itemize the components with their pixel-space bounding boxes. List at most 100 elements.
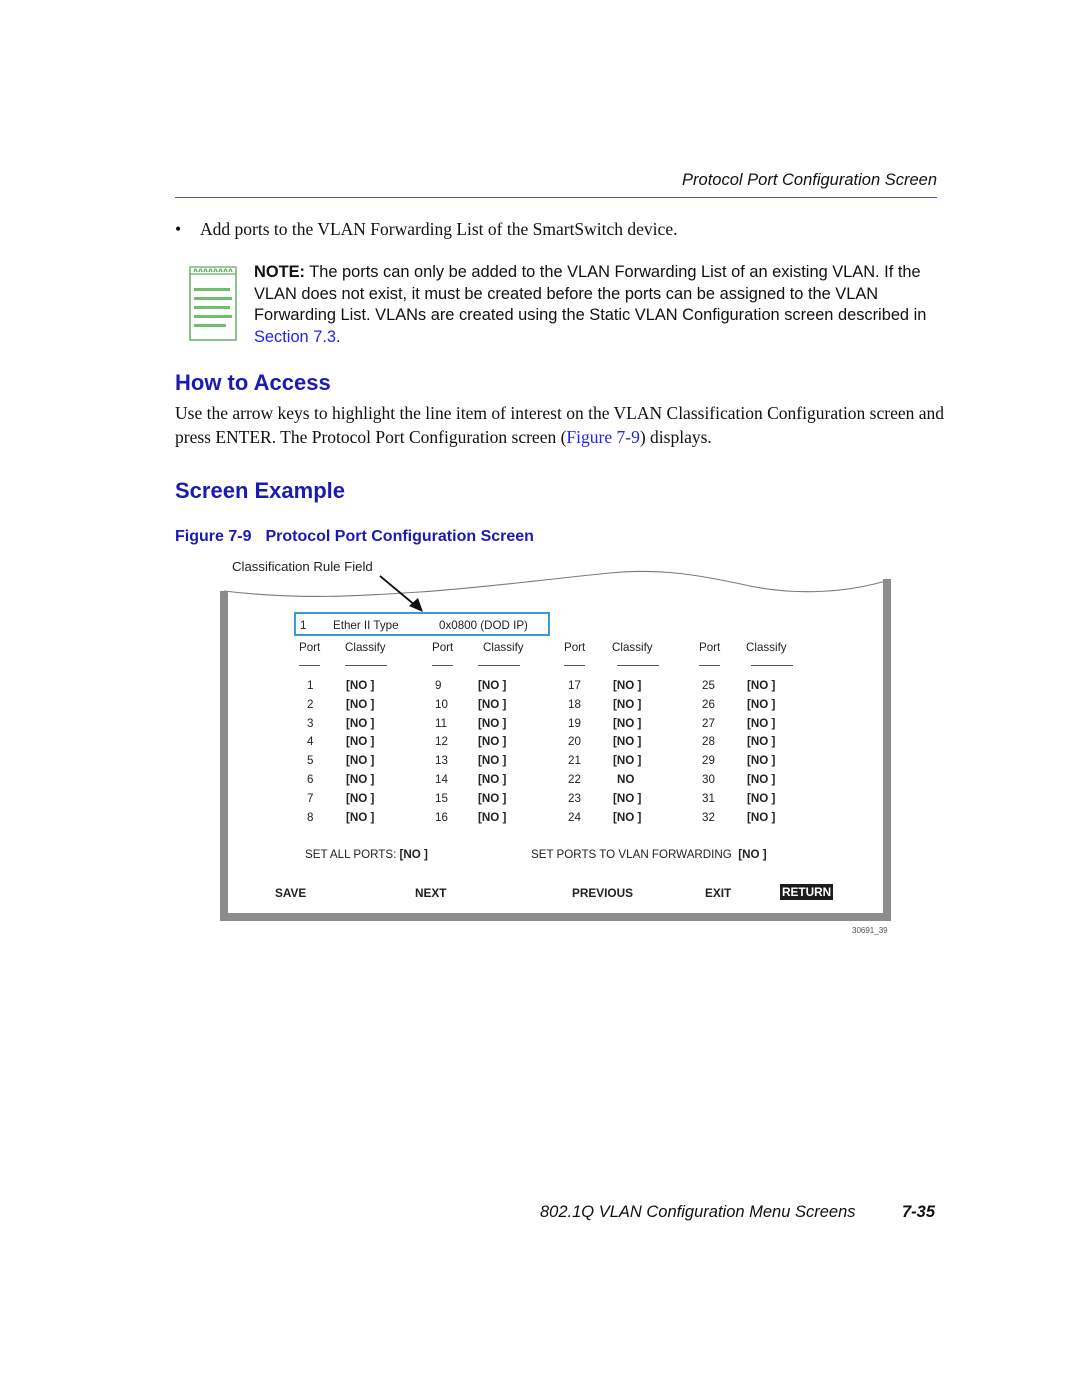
col-header-port: Port xyxy=(299,641,321,654)
port-classify-value[interactable]: [NO ] xyxy=(613,717,641,730)
port-classify-value[interactable]: [NO ] xyxy=(747,717,775,730)
port-classify-value[interactable]: [NO ] xyxy=(613,754,641,767)
port-number: 11 xyxy=(435,717,448,730)
bullet-text: Add ports to the VLAN Forwarding List of… xyxy=(200,219,678,239)
port-number: 29 xyxy=(702,754,715,767)
port-classify-value[interactable]: [NO ] xyxy=(478,717,506,730)
port-number: 16 xyxy=(435,811,448,824)
frame-bottom xyxy=(220,913,891,921)
figure-caption: Figure 7-9 Protocol Port Configuration Sc… xyxy=(175,528,534,546)
classification-rule-field[interactable]: 1 Ether II Type 0x0800 (DOD IP) xyxy=(294,612,550,636)
set-all-ports-value[interactable]: [NO ] xyxy=(400,848,428,861)
callout-label: Classification Rule Field xyxy=(232,559,373,574)
notepad-icon xyxy=(189,266,237,341)
port-classify-value[interactable]: [NO ] xyxy=(747,811,775,824)
frame-right xyxy=(883,579,891,921)
port-classify-value[interactable]: [NO ] xyxy=(613,792,641,805)
port-classify-value[interactable]: [NO ] xyxy=(346,717,374,730)
port-classify-value[interactable]: [NO ] xyxy=(346,735,374,748)
figure-id: 30691_39 xyxy=(852,926,888,935)
port-classify-value[interactable]: [NO ] xyxy=(478,679,506,692)
header-underline xyxy=(432,665,453,666)
next-button[interactable]: NEXT xyxy=(415,886,446,900)
header-underline xyxy=(345,665,387,666)
return-button[interactable]: RETURN xyxy=(780,884,834,900)
port-classify-value[interactable]: [NO ] xyxy=(613,698,641,711)
exit-button[interactable]: EXIT xyxy=(705,886,731,900)
port-number: 8 xyxy=(307,811,314,824)
note-end: . xyxy=(336,328,341,347)
port-classify-value[interactable]: [NO ] xyxy=(747,679,775,692)
callout-arrow-line xyxy=(379,575,417,607)
running-head: Protocol Port Configuration Screen xyxy=(682,171,937,189)
port-classify-value[interactable]: [NO ] xyxy=(346,811,374,824)
port-classify-value[interactable]: [NO ] xyxy=(747,754,775,767)
port-number: 19 xyxy=(568,717,581,730)
save-button[interactable]: SAVE xyxy=(275,886,306,900)
previous-button[interactable]: PREVIOUS xyxy=(572,886,633,900)
col-header-classify: Classify xyxy=(612,641,653,654)
port-number: 28 xyxy=(702,735,715,748)
header-rule xyxy=(175,197,937,198)
port-classify-value[interactable]: [NO ] xyxy=(478,811,506,824)
port-classify-value[interactable]: [NO ] xyxy=(346,698,374,711)
port-number: 17 xyxy=(568,679,581,692)
col-header-classify: Classify xyxy=(483,641,524,654)
rule-value: 0x0800 (DOD IP) xyxy=(439,619,528,632)
rule-index: 1 xyxy=(300,619,307,632)
port-number: 32 xyxy=(702,811,715,824)
port-number: 5 xyxy=(307,754,314,767)
port-number: 25 xyxy=(702,679,715,692)
port-classify-value[interactable]: [NO ] xyxy=(346,679,374,692)
header-underline xyxy=(751,665,793,666)
port-number: 7 xyxy=(307,792,314,805)
col-header-classify: Classify xyxy=(345,641,386,654)
port-number: 23 xyxy=(568,792,581,805)
port-classify-value[interactable]: [NO ] xyxy=(346,773,374,786)
figure-link[interactable]: Figure 7-9 xyxy=(566,427,639,447)
port-classify-value[interactable]: [NO ] xyxy=(478,698,506,711)
port-classify-value[interactable]: NO xyxy=(617,773,634,786)
port-number: 31 xyxy=(702,792,715,805)
port-classify-value[interactable]: [NO ] xyxy=(747,698,775,711)
port-classify-value[interactable]: [NO ] xyxy=(747,792,775,805)
port-classify-value[interactable]: [NO ] xyxy=(478,773,506,786)
frame-left xyxy=(220,591,228,921)
note-body: The ports can only be added to the VLAN … xyxy=(254,263,927,325)
set-all-ports-field[interactable]: SET ALL PORTS: [NO ] xyxy=(305,848,428,861)
how-to-access-text: Use the arrow keys to highlight the line… xyxy=(175,403,945,447)
port-classify-value[interactable]: [NO ] xyxy=(346,792,374,805)
header-underline xyxy=(617,665,659,666)
port-classify-value[interactable]: [NO ] xyxy=(478,792,506,805)
how-to-access-paragraph: Use the arrow keys to highlight the line… xyxy=(175,402,945,449)
port-classify-value[interactable]: [NO ] xyxy=(346,754,374,767)
port-classify-value[interactable]: [NO ] xyxy=(747,773,775,786)
port-number: 30 xyxy=(702,773,715,786)
port-classify-value[interactable]: [NO ] xyxy=(747,735,775,748)
header-underline xyxy=(564,665,585,666)
footer-title: 802.1Q VLAN Configuration Menu Screens xyxy=(540,1203,856,1221)
port-classify-value[interactable]: [NO ] xyxy=(478,735,506,748)
col-header-port: Port xyxy=(432,641,454,654)
set-vlan-forwarding-field[interactable]: SET PORTS TO VLAN FORWARDING [NO ] xyxy=(531,848,767,861)
note-label: NOTE: xyxy=(254,263,305,281)
port-number: 27 xyxy=(702,717,715,730)
bullet-symbol: • xyxy=(175,219,182,239)
port-number: 15 xyxy=(435,792,448,805)
figure-title: Protocol Port Configuration Screen xyxy=(265,528,534,545)
port-number: 9 xyxy=(435,679,442,692)
port-classify-value[interactable]: [NO ] xyxy=(613,679,641,692)
port-number: 18 xyxy=(568,698,581,711)
header-underline xyxy=(478,665,520,666)
callout-arrowhead xyxy=(409,598,423,612)
col-header-classify: Classify xyxy=(746,641,787,654)
port-number: 22 xyxy=(568,773,581,786)
port-number: 4 xyxy=(307,735,314,748)
port-classify-value[interactable]: [NO ] xyxy=(613,811,641,824)
port-number: 13 xyxy=(435,754,448,767)
page-number: 7-35 xyxy=(902,1203,936,1221)
port-classify-value[interactable]: [NO ] xyxy=(613,735,641,748)
section-link[interactable]: Section 7.3 xyxy=(254,328,336,346)
port-classify-value[interactable]: [NO ] xyxy=(478,754,506,767)
set-vlan-forwarding-value[interactable]: [NO ] xyxy=(738,848,766,861)
